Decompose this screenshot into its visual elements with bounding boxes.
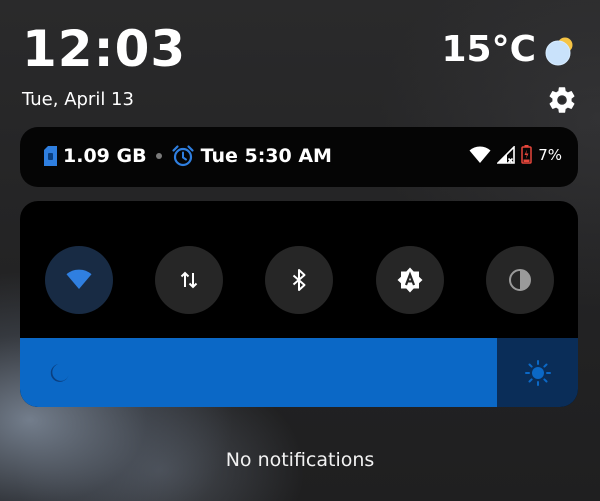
sim-card-icon	[44, 146, 57, 166]
alarm-clock-icon	[171, 145, 194, 167]
status-right-group: 7%	[469, 145, 562, 164]
gear-icon[interactable]	[546, 84, 578, 116]
mobile-data-toggle[interactable]	[155, 246, 223, 314]
contrast-icon	[509, 269, 531, 291]
brightness-slider[interactable]	[20, 338, 578, 407]
wifi-toggle[interactable]	[45, 246, 113, 314]
bluetooth-icon	[292, 269, 306, 291]
brightness-slider-fill	[20, 338, 498, 407]
temperature-label[interactable]: 15°C	[441, 32, 536, 68]
sun-icon	[525, 360, 551, 386]
data-arrows-icon	[180, 271, 198, 289]
battery-percent-label: 7%	[538, 145, 562, 164]
clock-time[interactable]: 12:03	[22, 24, 186, 74]
battery-charging-icon	[521, 145, 532, 164]
cell-signal-no-service-icon	[497, 145, 516, 164]
wifi-icon	[469, 146, 491, 163]
moon-icon	[50, 364, 69, 382]
wifi-icon	[66, 269, 92, 289]
empty-notifications-label: No notifications	[225, 449, 375, 471]
auto-brightness-icon	[397, 267, 423, 293]
partly-sunny-icon[interactable]	[544, 34, 578, 68]
date-label[interactable]: Tue, April 13	[22, 91, 134, 109]
status-bar-card[interactable]: 1.09 GB Tue 5:30 AM 7%	[20, 127, 578, 187]
bluetooth-toggle[interactable]	[265, 246, 333, 314]
alarm-label: Tue 5:30 AM	[200, 145, 332, 167]
auto-brightness-toggle[interactable]	[376, 246, 444, 314]
quick-settings-panel	[20, 201, 578, 407]
status-left-group: 1.09 GB Tue 5:30 AM	[44, 144, 332, 168]
data-usage-label: 1.09 GB	[63, 145, 147, 167]
dark-theme-toggle[interactable]	[486, 246, 554, 314]
separator-dot	[155, 153, 162, 159]
